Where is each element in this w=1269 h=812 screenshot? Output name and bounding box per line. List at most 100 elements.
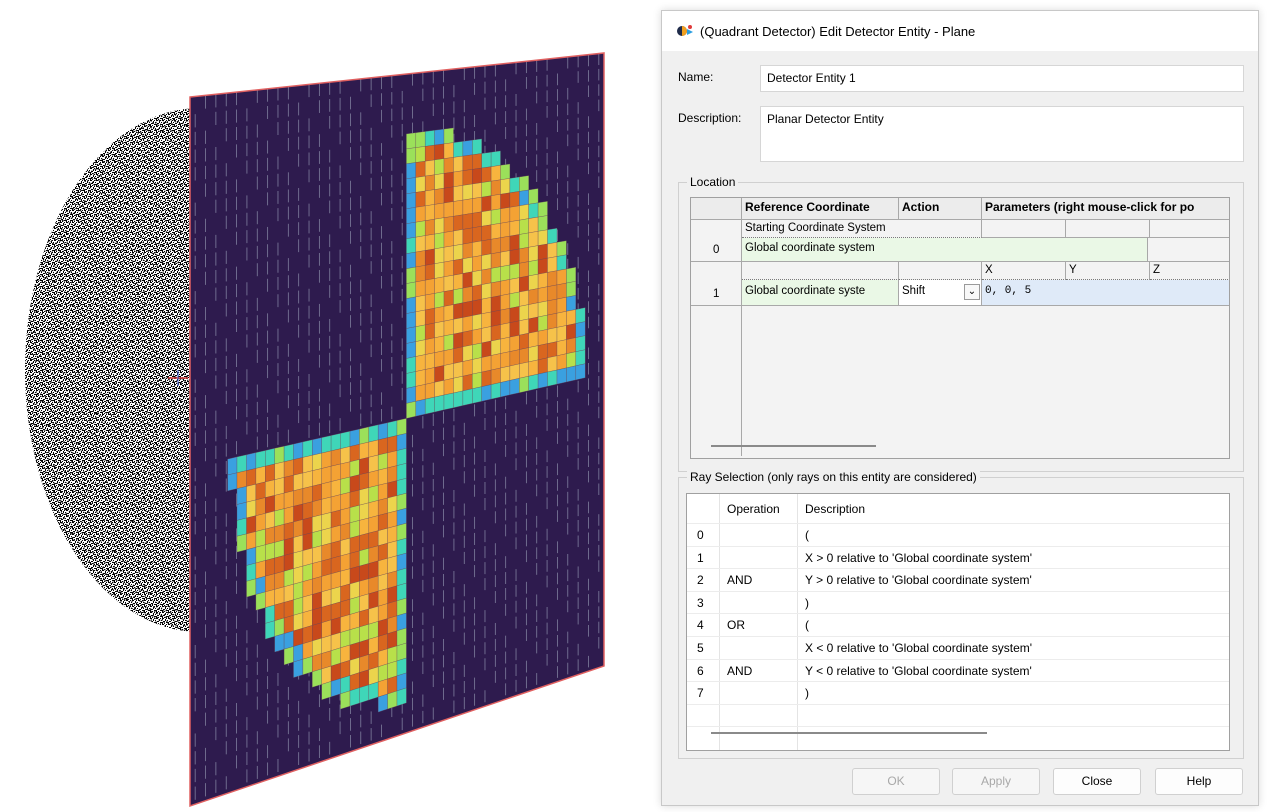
heatmap-cell xyxy=(434,276,445,294)
heatmap-cell xyxy=(425,382,435,400)
heatmap-cell xyxy=(302,516,313,536)
location-hscrollbar[interactable] xyxy=(711,445,876,447)
heatmap-cell xyxy=(330,601,341,621)
title-bar[interactable]: (Quadrant Detector) Edit Detector Entity… xyxy=(662,11,1258,51)
operation-header[interactable]: Operation xyxy=(727,502,780,516)
heatmap-cell xyxy=(415,294,426,312)
heatmap-cell xyxy=(302,563,313,582)
heatmap-cell xyxy=(472,182,482,199)
heatmap-cell xyxy=(490,382,501,400)
heatmap-cell xyxy=(472,284,482,302)
heatmap-cell xyxy=(556,297,567,314)
heatmap-cell xyxy=(359,563,369,582)
ref-coord-header[interactable]: Reference Coordinate xyxy=(742,198,899,220)
chevron-down-icon[interactable]: ⌄ xyxy=(964,284,980,300)
heatmap-cell xyxy=(566,351,576,369)
heatmap-cell xyxy=(425,337,435,355)
action-header[interactable]: Action xyxy=(899,198,982,220)
heatmap-cell xyxy=(519,204,529,221)
heatmap-cell xyxy=(340,461,351,480)
heatmap-cell xyxy=(575,335,586,352)
heatmap-cell xyxy=(556,353,567,371)
heatmap-cell xyxy=(500,380,511,398)
heatmap-cell xyxy=(312,545,322,564)
heatmap-cell xyxy=(415,190,426,208)
ray-row-2[interactable]: 2 AND Y > 0 relative to 'Global coordinate… xyxy=(687,569,1229,592)
heatmap-cell xyxy=(387,630,398,649)
heatmap-cell xyxy=(378,573,388,592)
heatmap-cell xyxy=(293,550,304,569)
heatmap-cell xyxy=(340,629,351,649)
heatmap-cell xyxy=(255,481,266,501)
heatmap-cell xyxy=(359,426,369,445)
heatmap-cell xyxy=(321,665,332,685)
heatmap-cell xyxy=(509,277,520,294)
heatmap-cell xyxy=(396,627,407,647)
close-button[interactable]: Close xyxy=(1053,768,1141,795)
heatmap-cell xyxy=(453,317,464,335)
ray-row-3[interactable]: 3) xyxy=(687,592,1229,615)
ray-row-4[interactable]: 4 OR ( xyxy=(687,614,1229,637)
heatmap-cell xyxy=(387,495,398,514)
heatmap-cell xyxy=(387,570,398,589)
heatmap-cell xyxy=(537,314,548,332)
row1-action-value: Shift xyxy=(902,285,926,297)
heatmap-cell xyxy=(519,333,529,350)
description-input[interactable]: Planar Detector Entity xyxy=(760,106,1244,162)
heatmap-cell xyxy=(566,309,576,326)
heatmap-cell xyxy=(425,278,435,296)
parameters-header[interactable]: Parameters (right mouse-click for po xyxy=(982,198,1229,220)
heatmap-cell xyxy=(349,657,360,676)
heatmap-cell xyxy=(387,450,398,469)
row1-action-dropdown[interactable]: Shift ⌄ xyxy=(899,280,982,306)
heatmap-cell xyxy=(425,263,435,281)
row1-parameters-cell[interactable]: 0, 0, 5 xyxy=(982,280,1229,306)
ray-header-row: Operation Description xyxy=(687,494,1229,524)
heatmap-cell xyxy=(556,339,567,356)
heatmap-cell xyxy=(406,222,416,239)
row1-ref-coord-cell[interactable]: Global coordinate syste xyxy=(742,280,899,306)
help-button[interactable]: Help xyxy=(1155,768,1243,795)
ray-row-1[interactable]: 1 X > 0 relative to 'Global coordinate sy… xyxy=(687,547,1229,570)
ray-selection-table[interactable]: Operation Description 0(1 X > 0 relative … xyxy=(686,493,1230,751)
starting-cs-value[interactable]: Global coordinate system xyxy=(742,238,1148,262)
3d-viewport[interactable] xyxy=(0,0,660,812)
row-number-0[interactable]: 0 xyxy=(691,220,742,262)
ray-row-6[interactable]: 6 AND Y < 0 relative to 'Global coordinate… xyxy=(687,660,1229,683)
ray-row-5[interactable]: 5 X < 0 relative to 'Global coordinate sy… xyxy=(687,637,1229,660)
row-number-1[interactable]: 1 xyxy=(691,262,742,306)
heatmap-cell xyxy=(274,461,285,480)
heatmap-cell xyxy=(490,324,501,342)
heatmap-cell xyxy=(462,154,473,171)
description-header[interactable]: Description xyxy=(805,502,865,516)
heatmap-cell xyxy=(396,642,407,662)
heatmap-cell xyxy=(500,351,511,369)
heatmap-cell xyxy=(472,255,482,272)
heatmap-cell xyxy=(265,463,275,483)
apply-button[interactable]: Apply xyxy=(952,768,1040,795)
heatmap-cell xyxy=(378,528,388,546)
location-grid[interactable]: Reference Coordinate Action Parameters (… xyxy=(690,197,1230,459)
heatmap-cell xyxy=(528,373,539,391)
heatmap-cell xyxy=(340,492,351,511)
heatmap-cell xyxy=(312,653,322,673)
heatmap-cell xyxy=(415,309,426,327)
heatmap-cell xyxy=(453,185,464,202)
heatmap-cell xyxy=(396,538,407,556)
heatmap-cell xyxy=(481,152,492,169)
heatmap-cell xyxy=(528,359,539,377)
heatmap-cell xyxy=(481,195,492,212)
ray-row-empty[interactable] xyxy=(687,705,1229,728)
heatmap-cell xyxy=(472,211,482,229)
ray-row-7[interactable]: 7) xyxy=(687,682,1229,705)
ok-button[interactable]: OK xyxy=(852,768,940,795)
ray-hscrollbar[interactable] xyxy=(711,732,987,734)
heatmap-cell xyxy=(406,266,416,284)
heatmap-cell xyxy=(396,493,407,511)
heatmap-cell xyxy=(453,390,464,408)
row0-empty-cell-1 xyxy=(982,220,1066,238)
name-input[interactable]: Detector Entity 1 xyxy=(760,65,1244,92)
ray-row-0[interactable]: 0( xyxy=(687,524,1229,547)
heatmap-cell xyxy=(481,166,492,183)
heatmap-cell xyxy=(227,472,238,492)
